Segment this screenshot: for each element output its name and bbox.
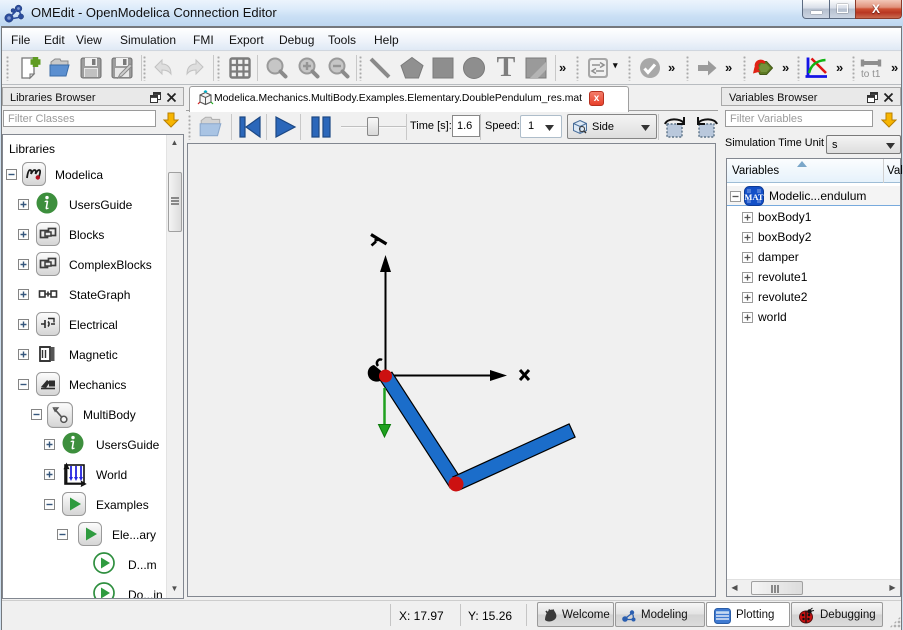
svg-text:MAT: MAT: [744, 192, 764, 202]
svg-text:to t1: to t1: [861, 69, 881, 80]
